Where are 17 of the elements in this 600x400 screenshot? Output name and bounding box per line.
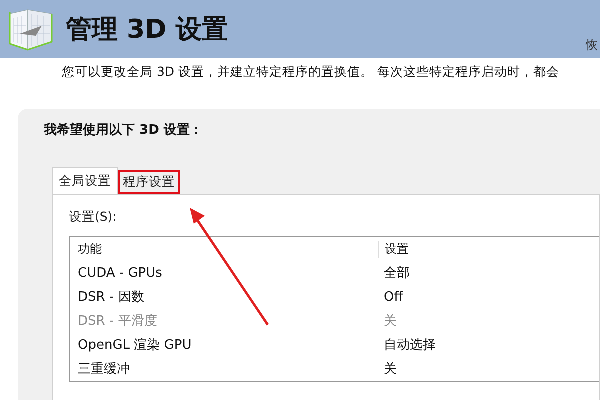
feature-cell[interactable]: DSR - 因数: [70, 288, 378, 306]
page-title: 管理 3D 设置: [66, 14, 228, 46]
restore-link[interactable]: 恢: [586, 37, 598, 54]
value-cell[interactable]: 自动选择: [378, 336, 436, 354]
feature-cell[interactable]: 三重缓冲: [70, 360, 378, 378]
value-cell[interactable]: Off: [378, 290, 404, 304]
value-cell[interactable]: 全部: [378, 264, 410, 282]
value-cell[interactable]: 关: [378, 360, 397, 378]
tab[interactable]: 程序设置: [118, 170, 180, 194]
column-header[interactable]: 设置: [378, 240, 409, 258]
tab[interactable]: 全局设置: [52, 167, 118, 194]
column-header[interactable]: 功能: [70, 240, 378, 258]
feature-cell[interactable]: OpenGL 渲染 GPU: [70, 336, 378, 354]
description-text: 您可以更改全局 3D 设置，并建立特定程序的置换值。 每次这些特定程序启动时，都会: [62, 64, 560, 81]
panel-heading: 我希望使用以下 3D 设置：: [44, 122, 204, 139]
feature-cell[interactable]: CUDA - GPUs: [70, 266, 378, 280]
settings-label: 设置(S):: [69, 209, 118, 226]
